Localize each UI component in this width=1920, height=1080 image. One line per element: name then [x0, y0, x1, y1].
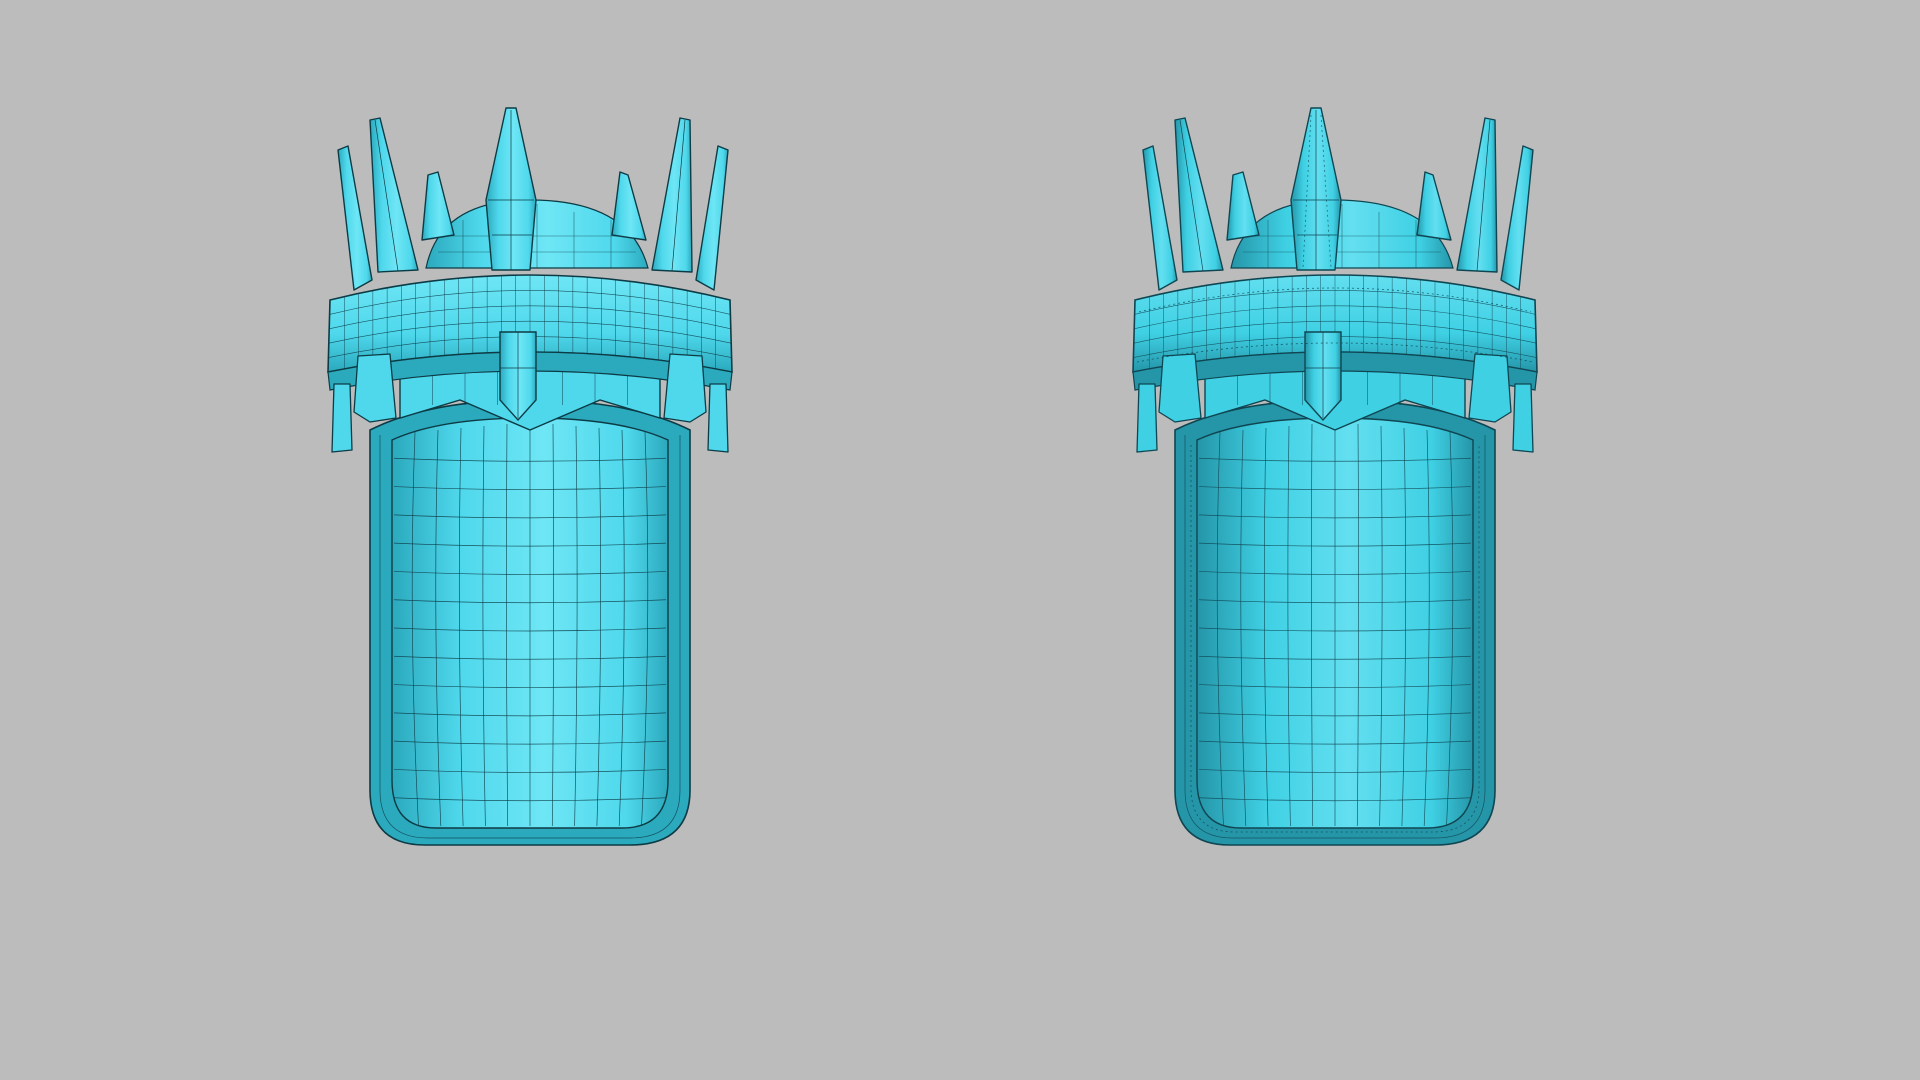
spike-far-right — [695, 145, 729, 291]
3d-viewport[interactable] — [0, 0, 1920, 1080]
spike-left — [1174, 117, 1224, 273]
spike-far-left — [337, 145, 373, 291]
side-tab-right — [663, 353, 707, 423]
side-tab-left — [353, 353, 397, 423]
helmet-high-poly-render — [1132, 107, 1538, 846]
helmet-model-low-poly[interactable] — [250, 100, 810, 930]
side-tab-far-left — [1136, 383, 1158, 453]
helmet-model-high-poly[interactable] — [1055, 100, 1615, 930]
helmet-low-poly-render — [327, 107, 733, 846]
spike-right — [1456, 117, 1498, 273]
side-tab-left — [1158, 353, 1202, 423]
side-tab-right — [1468, 353, 1512, 423]
spike-inner-left — [421, 171, 455, 241]
spike-left — [369, 117, 419, 273]
side-tab-far-left — [331, 383, 353, 453]
spike-inner-right — [611, 171, 647, 241]
side-tab-far-right — [707, 383, 729, 453]
spike-inner-right — [1416, 171, 1452, 241]
spike-far-left — [1142, 145, 1178, 291]
spike-far-right — [1500, 145, 1534, 291]
side-tab-far-right — [1512, 383, 1534, 453]
spike-right — [651, 117, 693, 273]
spike-inner-left — [1226, 171, 1260, 241]
